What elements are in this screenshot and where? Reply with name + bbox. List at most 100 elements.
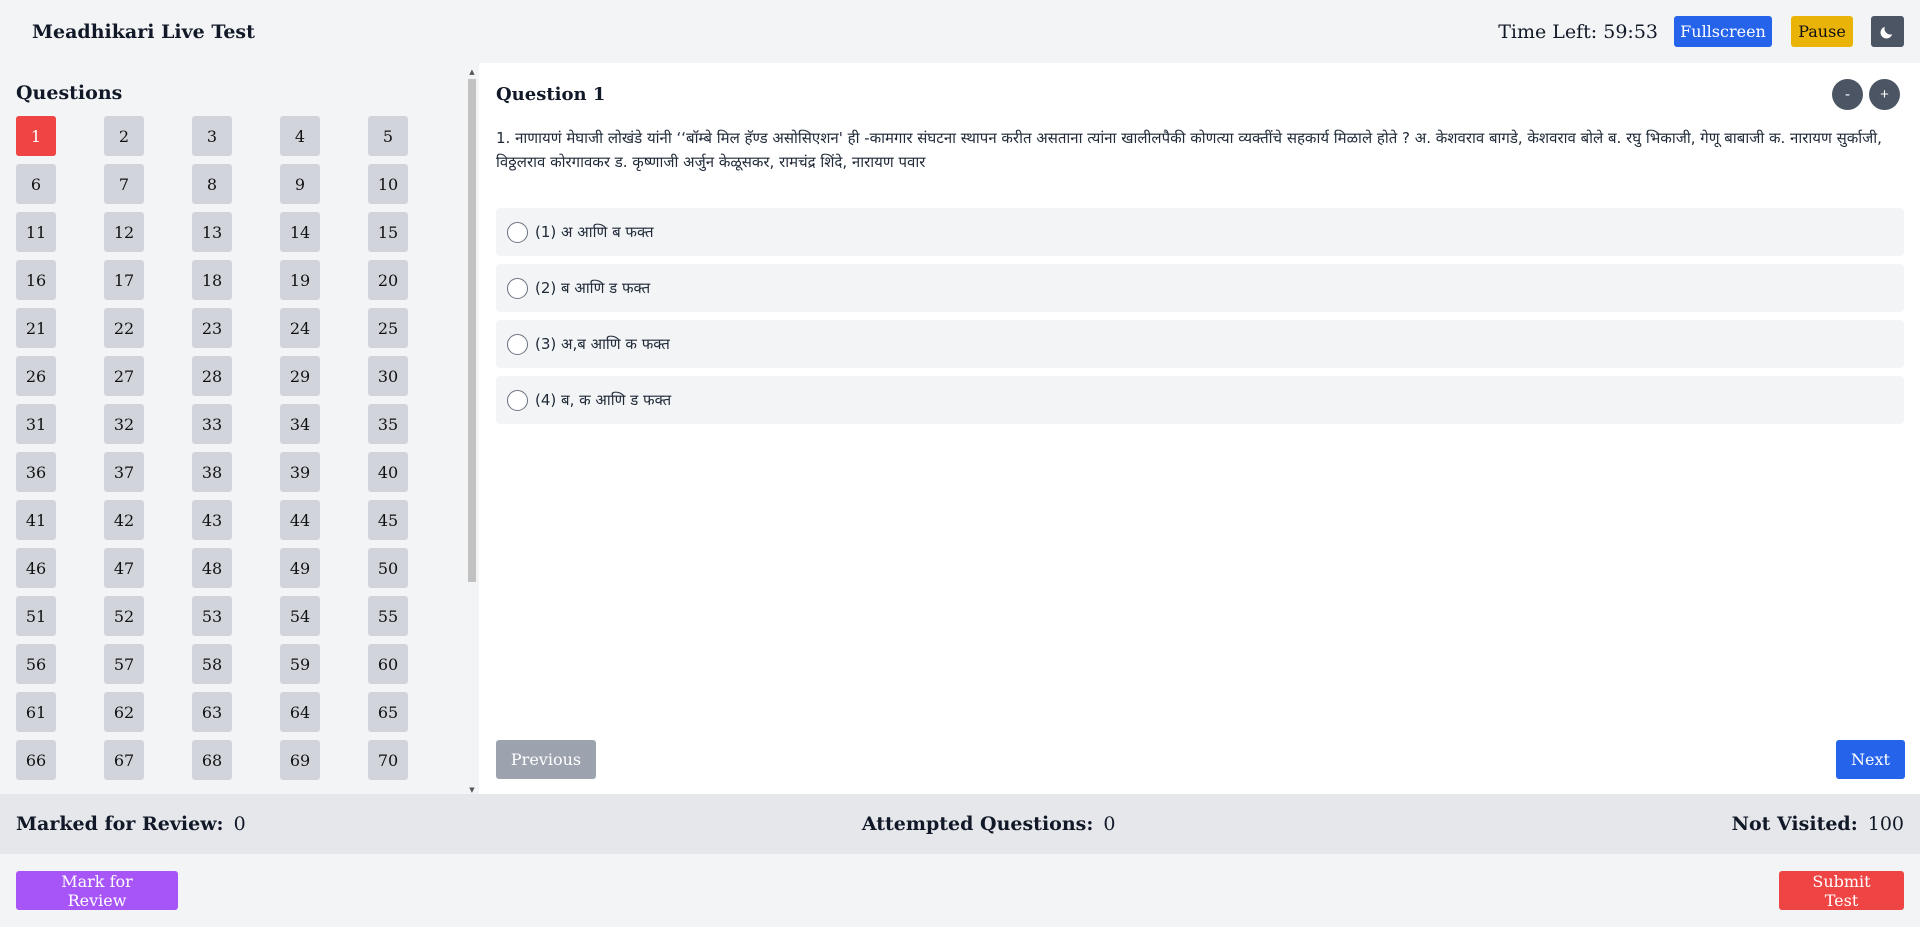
question-number-button[interactable]: 67 [104, 740, 144, 780]
top-header: Meadhikari Live Test Time Left: 59:53 Fu… [0, 0, 1920, 63]
question-number-button[interactable]: 37 [104, 452, 144, 492]
question-number-button[interactable]: 21 [16, 308, 56, 348]
next-button[interactable]: Next [1836, 740, 1905, 779]
question-number-button[interactable]: 52 [104, 596, 144, 636]
question-number-button[interactable]: 6 [16, 164, 56, 204]
question-number-button[interactable]: 3 [192, 116, 232, 156]
question-number-button[interactable]: 40 [368, 452, 408, 492]
answer-option[interactable]: (4) ब, क आणि ड फक्त [496, 376, 1904, 424]
question-number-button[interactable]: 27 [104, 356, 144, 396]
question-number-button[interactable]: 33 [192, 404, 232, 444]
question-number-button[interactable]: 19 [280, 260, 320, 300]
question-number-button[interactable]: 69 [280, 740, 320, 780]
question-number-button[interactable]: 49 [280, 548, 320, 588]
question-number-button[interactable]: 59 [280, 644, 320, 684]
question-number-button[interactable]: 25 [368, 308, 408, 348]
question-number-button[interactable]: 4 [280, 116, 320, 156]
scroll-thumb[interactable] [468, 79, 476, 582]
question-number-button[interactable]: 17 [104, 260, 144, 300]
question-number-button[interactable]: 15 [368, 212, 408, 252]
question-number-button[interactable]: 39 [280, 452, 320, 492]
question-number-button[interactable]: 23 [192, 308, 232, 348]
question-number-button[interactable]: 22 [104, 308, 144, 348]
question-number-button[interactable]: 1 [16, 116, 56, 156]
attempted-stat: Attempted Questions: 0 [862, 813, 1116, 835]
radio-button[interactable] [507, 221, 528, 243]
question-number-button[interactable]: 62 [104, 692, 144, 732]
question-number-button[interactable]: 55 [368, 596, 408, 636]
question-number-button[interactable]: 36 [16, 452, 56, 492]
question-number-button[interactable]: 56 [16, 644, 56, 684]
question-number-button[interactable]: 34 [280, 404, 320, 444]
question-number-button[interactable]: 66 [16, 740, 56, 780]
question-number-button[interactable]: 54 [280, 596, 320, 636]
question-number-button[interactable]: 53 [192, 596, 232, 636]
zoom-out-button[interactable]: - [1832, 79, 1863, 110]
question-number-button[interactable]: 38 [192, 452, 232, 492]
question-number-button[interactable]: 8 [192, 164, 232, 204]
question-number-button[interactable]: 45 [368, 500, 408, 540]
question-number-button[interactable]: 48 [192, 548, 232, 588]
radio-button[interactable] [507, 389, 528, 411]
question-number-button[interactable]: 12 [104, 212, 144, 252]
question-number-button[interactable]: 31 [16, 404, 56, 444]
question-number-button[interactable]: 50 [368, 548, 408, 588]
app-title: Meadhikari Live Test [32, 20, 255, 43]
question-number-button[interactable]: 58 [192, 644, 232, 684]
question-number-button[interactable]: 32 [104, 404, 144, 444]
scroll-down-arrow-icon[interactable]: ▼ [468, 786, 476, 794]
question-number-button[interactable]: 43 [192, 500, 232, 540]
stats-bar: Marked for Review: 0 Attempted Questions:… [0, 794, 1920, 854]
question-number-button[interactable]: 61 [16, 692, 56, 732]
question-number-button[interactable]: 60 [368, 644, 408, 684]
question-number-button[interactable]: 5 [368, 116, 408, 156]
question-number-button[interactable]: 29 [280, 356, 320, 396]
option-label: (1) अ आणि ब फक्त [535, 223, 654, 241]
question-number-button[interactable]: 57 [104, 644, 144, 684]
question-number-button[interactable]: 64 [280, 692, 320, 732]
question-number-button[interactable]: 63 [192, 692, 232, 732]
question-number-button[interactable]: 41 [16, 500, 56, 540]
question-number-button[interactable]: 28 [192, 356, 232, 396]
mark-for-review-button[interactable]: Mark for Review [16, 871, 178, 910]
question-number-button[interactable]: 18 [192, 260, 232, 300]
submit-test-button[interactable]: Submit Test [1779, 871, 1904, 910]
sidebar-title: Questions [16, 82, 123, 104]
theme-toggle-button[interactable] [1871, 16, 1904, 47]
answer-option[interactable]: (1) अ आणि ब फक्त [496, 208, 1904, 256]
question-number-button[interactable]: 2 [104, 116, 144, 156]
attempted-label: Attempted Questions: [861, 813, 1094, 835]
pause-button[interactable]: Pause [1791, 16, 1853, 47]
option-label: (2) ब आणि ड फक्त [535, 279, 651, 297]
radio-button[interactable] [507, 333, 528, 355]
zoom-in-button[interactable]: + [1869, 79, 1900, 110]
question-number-button[interactable]: 10 [368, 164, 408, 204]
question-number-button[interactable]: 35 [368, 404, 408, 444]
scroll-up-arrow-icon[interactable]: ▲ [468, 68, 476, 76]
question-number-button[interactable]: 24 [280, 308, 320, 348]
question-sidebar: Questions 1 2 3 4 5 6 7 8 9 10 11 12 13 14 15 16 17 18 19 2… [0, 63, 479, 794]
fullscreen-button[interactable]: Fullscreen [1674, 16, 1772, 47]
question-number-button[interactable]: 13 [192, 212, 232, 252]
question-number-button[interactable]: 30 [368, 356, 408, 396]
sidebar-scrollbar[interactable]: ▲ ▼ [467, 68, 477, 794]
question-number-button[interactable]: 16 [16, 260, 56, 300]
question-number-button[interactable]: 11 [16, 212, 56, 252]
answer-option[interactable]: (3) अ,ब आणि क फक्त [496, 320, 1904, 368]
question-number-button[interactable]: 44 [280, 500, 320, 540]
question-number-button[interactable]: 26 [16, 356, 56, 396]
question-number-button[interactable]: 9 [280, 164, 320, 204]
radio-button[interactable] [507, 277, 528, 299]
question-number-button[interactable]: 68 [192, 740, 232, 780]
question-number-button[interactable]: 20 [368, 260, 408, 300]
question-number-button[interactable]: 46 [16, 548, 56, 588]
question-number-button[interactable]: 14 [280, 212, 320, 252]
question-number-button[interactable]: 65 [368, 692, 408, 732]
previous-button[interactable]: Previous [496, 740, 596, 779]
question-number-button[interactable]: 47 [104, 548, 144, 588]
question-number-button[interactable]: 70 [368, 740, 408, 780]
question-number-button[interactable]: 51 [16, 596, 56, 636]
question-number-button[interactable]: 42 [104, 500, 144, 540]
answer-option[interactable]: (2) ब आणि ड फक्त [496, 264, 1904, 312]
question-number-button[interactable]: 7 [104, 164, 144, 204]
